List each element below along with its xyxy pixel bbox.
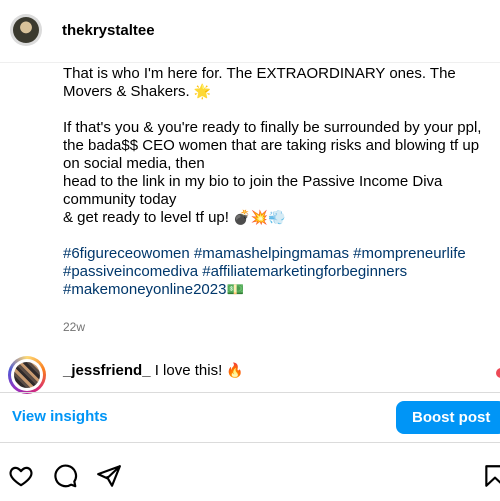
avatar-ring-gap [11, 359, 43, 391]
post-timestamp[interactable]: 22w [63, 320, 85, 334]
comment-row: _jessfriend_ I love this! 🔥 [0, 352, 500, 394]
comment-icon-svg [54, 464, 78, 488]
comment-icon[interactable] [52, 463, 78, 489]
caption-paragraph-2: If that's you & you're ready to finally … [63, 119, 488, 173]
heart-icon-svg [9, 466, 33, 487]
caption-paragraph-1: That is who I'm here for. The EXTRAORDIN… [63, 65, 488, 101]
share-icon[interactable] [96, 463, 122, 489]
caption-paragraph-3: head to the link in my bio to join the P… [63, 173, 488, 209]
hashtags[interactable]: #6figureceowomen #mamashelpingmamas #mom… [63, 245, 488, 299]
post-header: thekrystaltee [0, 0, 500, 63]
comment-text: _jessfriend_ I love this! 🔥 [63, 362, 244, 380]
money-emoji: 💵 [226, 282, 244, 298]
comment-body: I love this! [150, 362, 227, 379]
caption-text-2: If that's you & you're ready to finally … [63, 119, 486, 172]
share-icon-svg [97, 465, 121, 487]
bookmark-icon[interactable] [482, 463, 500, 489]
avatar[interactable] [10, 14, 42, 46]
bomb-explosion-emoji: 💣💥💨 [233, 210, 286, 226]
star-emoji: 🌟 [193, 84, 212, 100]
caption-text-3: head to the link in my bio to join the P… [63, 173, 447, 208]
comment-like-icon[interactable] [496, 368, 500, 378]
view-insights-link[interactable]: View insights [12, 408, 108, 425]
comment-username[interactable]: _jessfriend_ [63, 362, 151, 379]
engagement-icons [0, 442, 500, 501]
caption-paragraph-4: & get ready to level tf up! 💣💥💨 [63, 209, 488, 227]
profile-picture [13, 17, 39, 43]
boost-post-button[interactable]: Boost post [396, 401, 500, 434]
commenter-picture [14, 362, 40, 388]
fire-emoji: 🔥 [226, 363, 244, 379]
caption-text-1: That is who I'm here for. The EXTRAORDIN… [63, 65, 460, 100]
commenter-avatar[interactable] [8, 356, 46, 394]
heart-icon[interactable] [8, 463, 34, 489]
username[interactable]: thekrystaltee [62, 22, 155, 40]
post-actions-bar: View insights Boost post [0, 392, 500, 443]
hashtag-text[interactable]: #6figureceowomen #mamashelpingmamas #mom… [63, 245, 470, 298]
bookmark-icon-svg [485, 465, 500, 487]
caption: That is who I'm here for. The EXTRAORDIN… [63, 65, 488, 299]
caption-text-4: & get ready to level tf up! [63, 209, 234, 226]
